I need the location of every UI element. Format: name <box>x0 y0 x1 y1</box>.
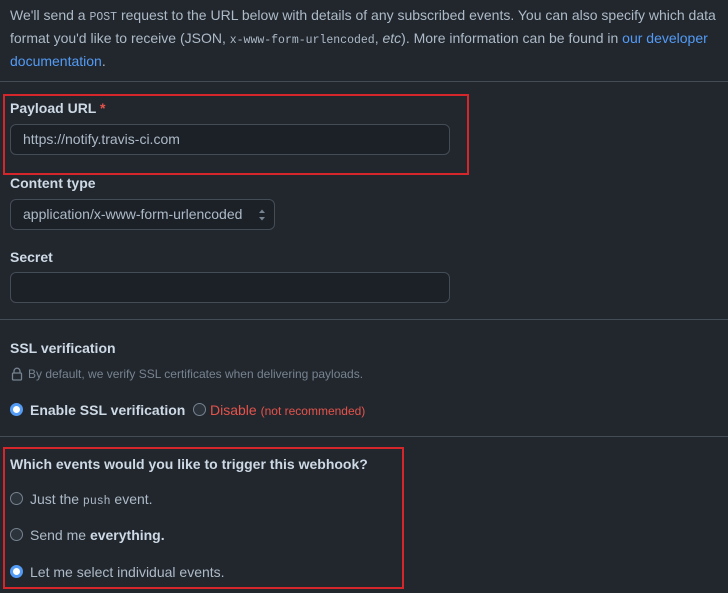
events-push-text: event. <box>110 491 153 507</box>
events-individual-label[interactable]: Let me select individual events. <box>30 564 225 580</box>
events-push-radio[interactable] <box>10 492 23 505</box>
secret-label: Secret <box>10 249 53 265</box>
push-code: push <box>82 495 111 508</box>
select-arrows-icon <box>259 209 265 221</box>
events-individual-radio[interactable] <box>10 565 23 578</box>
ssl-verification-label: SSL verification <box>10 340 116 356</box>
intro-text-part: ). More information can be found in <box>401 30 623 46</box>
events-everything-text: Send me <box>30 527 90 543</box>
events-push-label[interactable]: Just the push event. <box>30 491 153 508</box>
intro-text: We'll send a POST request to the URL bel… <box>10 5 722 72</box>
intro-text-part: . <box>101 53 106 69</box>
events-everything-bold: everything. <box>89 527 165 543</box>
secret-input[interactable] <box>10 272 450 303</box>
etc-text: etc <box>382 30 402 46</box>
post-code: POST <box>89 11 118 24</box>
ssl-disable-label[interactable]: Disable (not recommended) <box>210 402 365 418</box>
events-everything-label[interactable]: Send me everything. <box>30 527 165 543</box>
ssl-enable-radio[interactable] <box>10 403 23 416</box>
ssl-hint-text: By default, we verify SSL certificates w… <box>28 367 364 381</box>
payload-highlight-box <box>3 94 469 175</box>
events-question: Which events would you like to trigger t… <box>10 456 368 472</box>
content-type-label: Content type <box>10 175 96 191</box>
content-type-value: application/x-www-form-urlencoded <box>23 206 243 222</box>
lock-icon <box>11 367 23 381</box>
ssl-enable-label[interactable]: Enable SSL verification <box>30 402 185 418</box>
intro-text-part: We'll send a <box>10 7 90 23</box>
format-code: x-www-form-urlencoded <box>229 34 375 47</box>
ssl-disable-note: (not recommended) <box>260 404 366 418</box>
events-everything-radio[interactable] <box>10 528 23 541</box>
events-push-text: Just the <box>30 491 83 507</box>
ssl-disable-label-text: Disable <box>210 402 257 418</box>
content-type-select[interactable]: application/x-www-form-urlencoded <box>10 199 275 230</box>
divider <box>0 436 728 437</box>
divider <box>0 81 728 82</box>
ssl-hint: By default, we verify SSL certificates w… <box>10 367 363 381</box>
ssl-enable-label-text: Enable SSL verification <box>30 402 186 418</box>
ssl-disable-radio[interactable] <box>193 403 206 416</box>
webhook-form: We'll send a POST request to the URL bel… <box>0 0 728 593</box>
divider <box>0 319 728 320</box>
